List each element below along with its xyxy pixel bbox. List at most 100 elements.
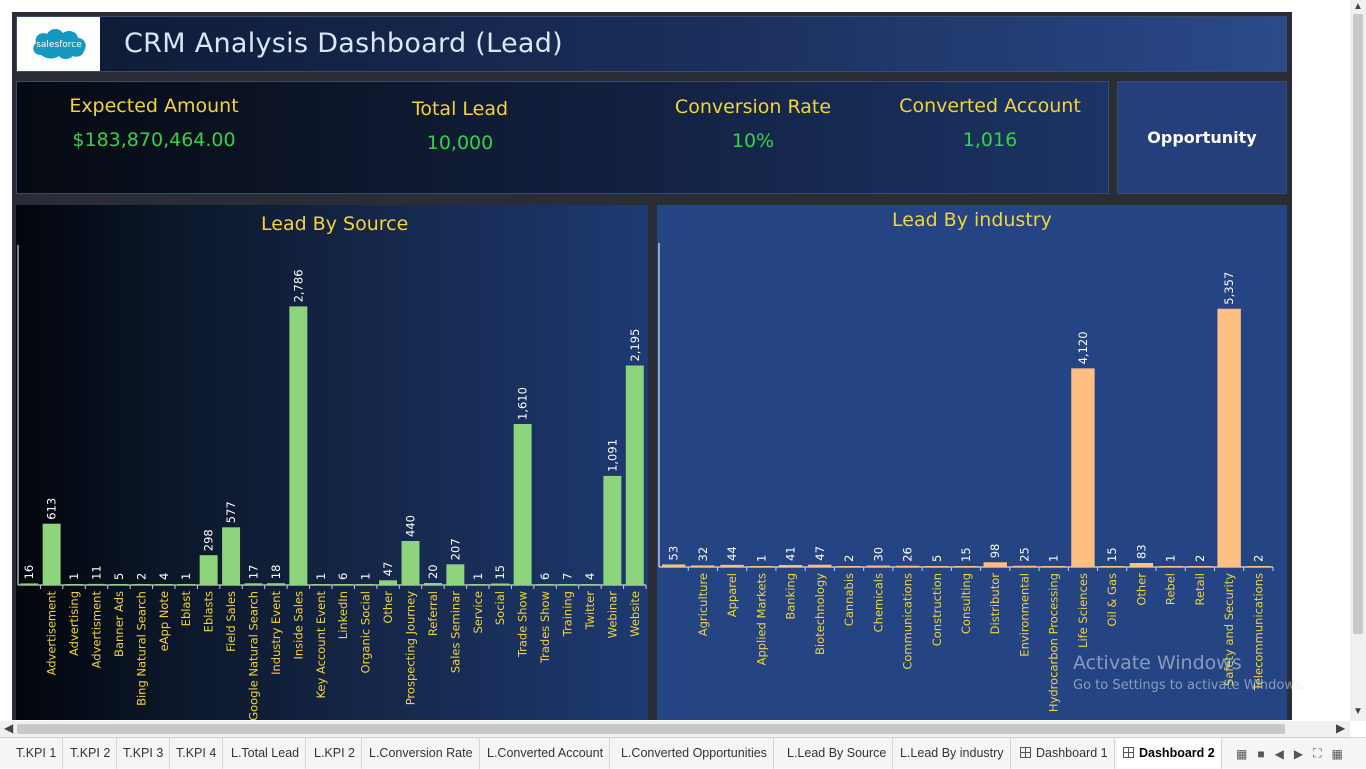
bar [222,527,241,585]
sheet-tab[interactable]: T.KPI 4 [170,738,224,769]
bar [177,584,196,585]
vertical-scrollbar[interactable]: ▲ ▼ [1350,0,1366,721]
bar [65,584,84,585]
lead-by-industry-panel: Lead By industry 53 32 Agriculture 44 Appare… [657,205,1287,720]
sheet-tab-label: Dashboard 2 [1139,746,1215,760]
fit-screen-icon[interactable]: ⛶ [1313,746,1321,761]
tick-label: Webinar [605,591,619,639]
tick-label: Twitter [583,591,597,631]
bar [536,584,555,585]
bar [895,565,920,567]
tick-label: Oil & Gas [1105,573,1119,627]
sheet-tab[interactable]: L.Converted Account [481,738,611,769]
data-label: 1 [1047,555,1061,562]
bar [837,566,861,567]
kpi-label: Expected Amount [69,95,239,117]
sheet-tab[interactable]: L.Lead By industry [894,738,1011,769]
opportunity-button[interactable]: Opportunity [1117,81,1287,194]
bar [199,555,218,585]
sheet-tab-bar: T.KPI 1 T.KPI 2 T.KPI 3 T.KPI 4 L.Total Lead… [0,737,1366,769]
sheet-tab[interactable]: Dashboard 1 [1014,738,1115,769]
sheet-tab[interactable]: T.KPI 1 [10,738,64,769]
prev-sheet-icon[interactable]: ◀ [1275,747,1284,761]
data-label: 1 [179,573,193,580]
bar [1042,566,1066,567]
lead-by-source-chart: 16613Advertisement1Advertising11Advertis… [17,245,647,720]
grid-view-icon[interactable]: ▦ [1331,747,1342,761]
horizontal-scrollbar[interactable]: ◀ ▶ [0,721,1350,737]
kpi-total-lead: Total Lead 10,000 [380,98,540,154]
scroll-down-icon[interactable]: ▼ [1353,706,1363,717]
bar [132,584,151,585]
tick-label: Google Natural Search [247,591,261,720]
show-tabs-icon[interactable]: ■ [1257,747,1264,761]
tick-label: Retail [1193,573,1207,606]
kpi-value: 1,016 [962,129,1018,151]
bar [749,566,774,567]
scroll-up-icon[interactable]: ▲ [1353,1,1363,12]
tick-label: Rebel [1164,573,1178,605]
tick-label: Prospecting Journey [404,591,418,705]
data-label: 44 [725,546,739,561]
bar [244,583,263,585]
sheet-tab[interactable]: T.KPI 2 [64,738,118,769]
sheet-tab-label: L.Total Lead [231,746,300,760]
sheet-tab[interactable]: L.Converted Opportunities [615,738,774,769]
data-label: 440 [404,515,418,537]
data-label: 5 [112,573,126,580]
data-label: 1,610 [516,387,530,420]
lead-by-industry-chart: 53 32 Agriculture 44 Apparel 1 Applied Markets… [658,243,1274,712]
logo-text: salesforce [36,40,82,50]
scroll-left-icon[interactable]: ◀ [4,721,13,735]
sheet-tab[interactable]: T.KPI 3 [117,738,171,769]
tick-label: Environmental [1017,573,1031,657]
bar [334,584,353,585]
scroll-right-icon[interactable]: ▶ [1336,721,1345,735]
data-label: 25 [1017,547,1031,562]
sheet-tab[interactable]: L.Total Lead [225,738,307,769]
data-label: 4,120 [1076,331,1090,364]
data-label: 2,786 [291,269,305,302]
kpi-expected-amount: Expected Amount $183,870,464.00 [52,95,256,151]
bar [1188,566,1212,567]
bar [580,584,599,585]
bar [311,584,330,585]
next-sheet-icon[interactable]: ▶ [1294,747,1303,761]
data-label: 1 [359,573,373,580]
tick-label: Construction [930,573,944,646]
kpi-value: $183,870,464.00 [72,129,236,151]
sheet-tab-label: T.KPI 2 [70,746,111,760]
tick-label: Referral [426,591,440,636]
data-label: 41 [784,546,798,561]
tick-label: Eblast [179,591,193,627]
sheet-tab[interactable]: Dashboard 2 [1117,738,1222,769]
bar [925,566,949,567]
data-label: 1 [314,573,328,580]
sheet-tab-label: T.KPI 3 [123,746,164,760]
data-label: 7 [561,573,575,580]
bar [808,564,832,567]
bar [983,562,1007,567]
sheet-tab-label: L.Lead By Source [787,746,887,760]
sheet-tab-label: T.KPI 1 [16,746,57,760]
tick-label: Banner Ads [112,591,126,657]
show-filmstrip-icon[interactable]: ▦ [1236,747,1247,761]
bar [1217,308,1241,567]
sheet-tab[interactable]: L.Lead By Source [781,738,894,769]
bar [1012,565,1037,567]
bar [20,583,39,585]
data-label: 5,357 [1222,272,1236,305]
sheet-tab[interactable]: L.Conversion Rate [363,738,480,769]
vertical-scroll-thumb[interactable] [1353,14,1363,634]
data-label: 11 [90,565,104,580]
horizontal-scroll-thumb[interactable] [17,724,1285,734]
bar [513,424,532,585]
data-label: 6 [336,573,350,580]
kpi-label: Total Lead [411,98,509,120]
tick-label: Bing Natural Search [134,591,148,706]
sheet-tab[interactable]: L.KPI 2 [308,738,362,769]
bar [87,583,106,585]
salesforce-logo: salesforce [17,17,100,71]
activate-windows-watermark: Activate Windows Go to Settings to activ… [1073,652,1306,693]
tick-label: Advertising [67,591,81,656]
